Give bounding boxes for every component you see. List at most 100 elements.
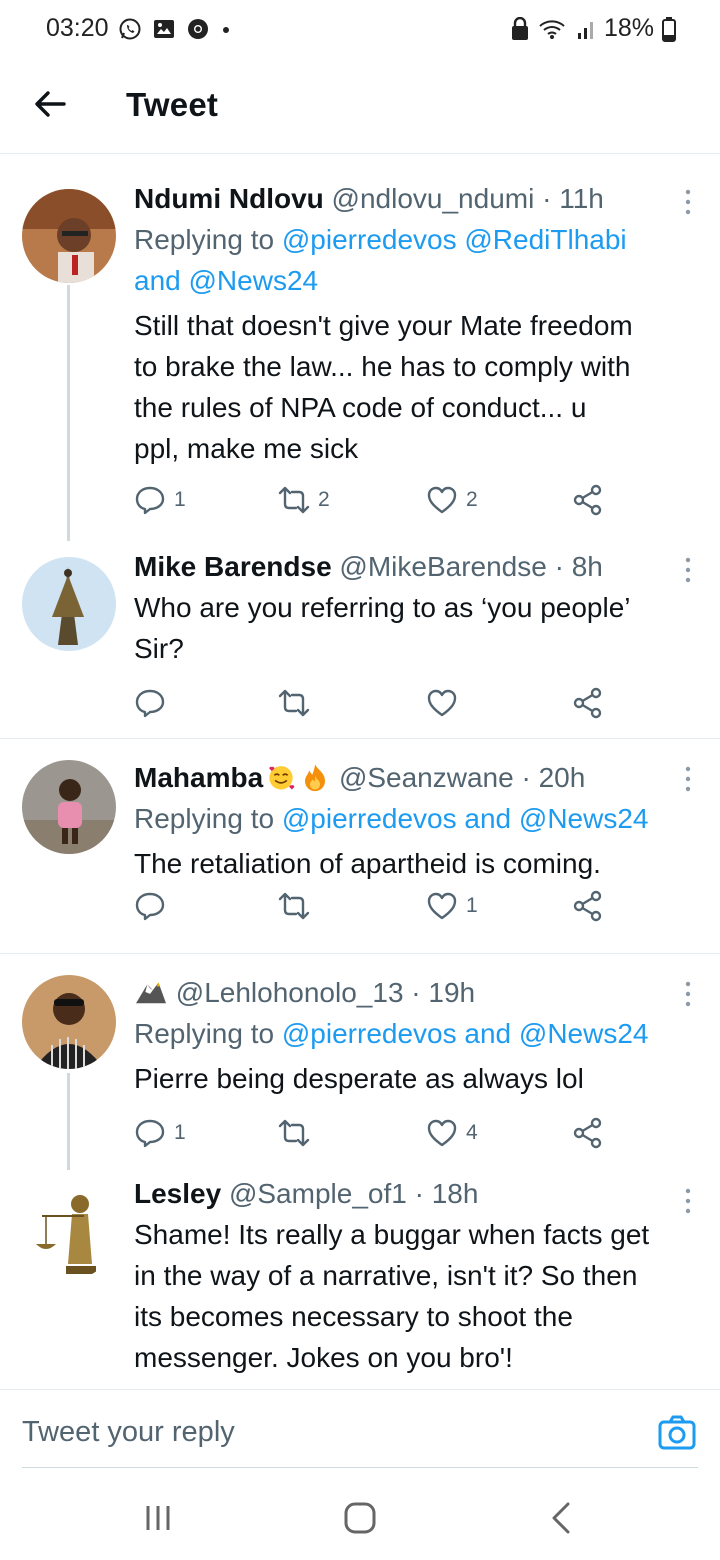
tweet-text-line: the rules of NPA code of conduct... u (134, 392, 587, 423)
like-button[interactable]: 1 (426, 888, 478, 924)
tweet-actions: 1 2 2 (134, 482, 614, 518)
reply-button[interactable]: 1 (134, 1115, 186, 1151)
replying-and: and (134, 265, 189, 296)
more-options-icon[interactable] (684, 1186, 692, 1216)
replying-prefix: Replying to (134, 1018, 282, 1049)
more-options-icon[interactable] (684, 764, 692, 794)
like-count: 2 (466, 488, 478, 511)
tweet-text-line: its becomes necessary to shoot the (134, 1301, 573, 1332)
retweet-button[interactable] (278, 1115, 310, 1151)
avatar[interactable] (22, 975, 116, 1069)
tweet-content: Ndumi Ndlovu @ndlovu_ndumi · 11h Replyin… (134, 179, 698, 469)
tweet-item[interactable]: @Lehlohonolo_13 · 19h Replying to @pierr… (0, 955, 720, 1170)
tweet-header: Mahamba @Seanzwane · 20h (134, 758, 698, 798)
share-button[interactable] (572, 685, 604, 721)
thread-line (67, 1073, 70, 1170)
battery-percent: 18% (603, 14, 654, 42)
mention-link[interactable]: @News24 (519, 1018, 649, 1049)
tweet-item[interactable]: Mike Barendse @MikeBarendse · 8h Who are… (0, 541, 720, 739)
tweet-text: Pierre being desperate as always lol (134, 1058, 698, 1099)
retweet-button[interactable]: 2 (278, 482, 330, 518)
tweet-feed[interactable]: Ndumi Ndlovu @ndlovu_ndumi · 11h Replyin… (0, 155, 720, 1389)
lock-icon (511, 16, 528, 40)
mention-link[interactable]: @pierredevos @RediTlhabi (282, 224, 627, 255)
retweet-count: 2 (318, 488, 330, 511)
signal-icon (577, 21, 593, 39)
avatar[interactable] (22, 189, 116, 283)
tweet-header: Lesley @Sample_of1 · 18h (134, 1174, 698, 1214)
tweet-item[interactable]: Ndumi Ndlovu @ndlovu_ndumi · 11h Replyin… (0, 155, 720, 541)
tweet-actions: 1 (134, 888, 614, 924)
share-button[interactable] (572, 888, 604, 924)
avatar[interactable] (22, 760, 116, 854)
author-handle[interactable]: @Lehlohonolo_13 (176, 977, 404, 1008)
author-name[interactable]: Lesley (134, 1178, 221, 1209)
input-underline (22, 1467, 698, 1468)
author-name[interactable]: Ndumi Ndlovu (134, 183, 324, 214)
tweet-header: @Lehlohonolo_13 · 19h (134, 973, 698, 1013)
home-icon[interactable] (340, 1498, 380, 1538)
reply-button[interactable] (134, 888, 166, 924)
author-name[interactable]: Mike Barendse (134, 551, 332, 582)
status-time: 03:20 (46, 14, 109, 42)
tweet-item[interactable]: Mahamba @Seanzwane · 20h Replying to @pi… (0, 740, 720, 954)
heart-icon (427, 892, 457, 920)
tweet-text-line: messenger. Jokes on you bro'! (134, 1342, 513, 1373)
reply-button[interactable] (134, 685, 166, 721)
tweet-time: · 18h (414, 1178, 479, 1209)
retweet-button[interactable] (278, 888, 310, 924)
share-icon (573, 890, 602, 922)
tweet-text-line: ppl, make me sick (134, 433, 359, 464)
tweet-item[interactable]: Lesley @Sample_of1 · 18h Shame! Its real… (0, 1170, 720, 1389)
replying-to: Replying to @pierredevos @RediTlhabi (134, 219, 698, 260)
mention-link[interactable]: @News24 (519, 803, 649, 834)
mention-link[interactable]: @News24 (189, 265, 319, 296)
author-handle[interactable]: @Seanzwane (339, 762, 514, 793)
like-count: 4 (466, 1121, 478, 1144)
tweet-content: Mahamba @Seanzwane · 20h Replying to @pi… (134, 758, 698, 884)
retweet-button[interactable] (278, 685, 310, 721)
smiling-face-with-hearts-icon (269, 766, 295, 790)
reply-composer: Tweet your reply (0, 1389, 720, 1479)
avatar[interactable] (22, 1186, 116, 1280)
author-name[interactable]: Mahamba (134, 762, 263, 793)
author-handle[interactable]: @ndlovu_ndumi (332, 183, 535, 214)
recent-apps-icon[interactable] (138, 1498, 178, 1538)
more-options-icon[interactable] (684, 187, 692, 217)
tweet-actions (134, 685, 614, 721)
page-title: Tweet (126, 86, 219, 123)
mention-link[interactable]: @pierredevos (282, 1018, 457, 1049)
reply-icon (135, 892, 165, 921)
back-nav-icon[interactable] (542, 1498, 582, 1538)
more-options-icon[interactable] (684, 979, 692, 1009)
reply-count: 1 (174, 1121, 186, 1144)
retweet-icon (278, 892, 310, 920)
reply-icon (135, 1119, 165, 1148)
share-icon (573, 484, 602, 516)
status-right: 18% (510, 14, 676, 43)
like-button[interactable] (426, 685, 458, 721)
retweet-icon (278, 486, 310, 514)
back-arrow-icon[interactable] (30, 84, 70, 124)
tweet-time: · 20h (521, 762, 586, 793)
like-button[interactable]: 4 (426, 1115, 478, 1151)
retweet-icon (278, 689, 310, 717)
author-handle[interactable]: @Sample_of1 (229, 1178, 407, 1209)
camera-icon[interactable] (658, 1414, 696, 1452)
system-navigation-bar (0, 1480, 720, 1560)
author-handle[interactable]: @MikeBarendse (339, 551, 546, 582)
like-button[interactable]: 2 (426, 482, 478, 518)
avatar[interactable] (22, 557, 116, 651)
reply-button[interactable]: 1 (134, 482, 186, 518)
mention-link[interactable]: @pierredevos (282, 803, 457, 834)
tweet-text-line: Still that doesn't give your Mate freedo… (134, 310, 633, 341)
fire-icon (305, 764, 326, 792)
whatsapp-icon (119, 18, 141, 40)
more-options-icon[interactable] (684, 555, 692, 585)
reply-input[interactable]: Tweet your reply (22, 1416, 235, 1449)
chrome-icon (188, 19, 208, 39)
tweet-text: The retaliation of apartheid is coming. (134, 843, 698, 884)
eagle-icon (136, 982, 166, 1004)
share-button[interactable] (572, 482, 604, 518)
share-button[interactable] (572, 1115, 604, 1151)
